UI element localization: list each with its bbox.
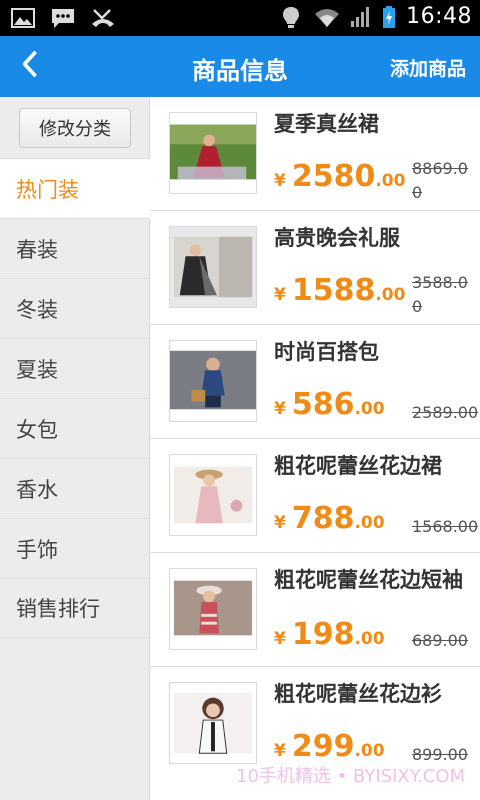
price-decimal: .00 [354,741,385,761]
product-item[interactable]: 高贵晚会礼服 ¥1588.00 3588.00 [150,211,480,325]
price-decimal: .00 [354,399,385,419]
price-decimal: .00 [375,171,406,191]
price-integer: 788 [291,501,355,536]
wifi-icon [314,5,340,29]
category-item-perfume[interactable]: 香水 [0,458,150,518]
original-price: 689.00 [412,631,468,650]
product-image [169,454,257,536]
price-decimal: .00 [375,285,406,305]
price-integer: 1588 [291,273,376,308]
product-image [169,226,257,308]
product-item[interactable]: 时尚百搭包 ¥586.00 2589.00 [150,325,480,439]
product-name: 高贵晚会礼服 [274,226,400,250]
add-product-button[interactable]: 添加商品 [390,54,466,81]
title-bar: 商品信息 添加商品 [0,36,480,97]
product-image [169,682,257,764]
product-item[interactable]: 夏季真丝裙 ¥2580.00 8869.00 [150,97,480,211]
product-price: ¥586.00 [274,387,385,422]
product-list: 夏季真丝裙 ¥2580.00 8869.00 高贵晚会礼服 ¥1588.00 3… [150,97,480,781]
price-integer: 198 [291,617,355,652]
message-icon [50,6,76,30]
product-item[interactable]: 粗花呢蕾丝花边裙 ¥788.00 1568.00 [150,439,480,553]
price-integer: 586 [291,387,355,422]
product-image [169,340,257,422]
category-item-best-sellers[interactable]: 销售排行 [0,578,150,638]
product-name: 夏季真丝裙 [274,112,379,136]
chevron-left-icon [19,50,41,82]
missed-call-icon [90,6,116,30]
price-integer: 2580 [291,159,376,194]
product-item[interactable]: 粗花呢蕾丝花边短袖 ¥198.00 689.00 [150,553,480,667]
category-item-jewelry[interactable]: 手饰 [0,518,150,578]
product-price: ¥1588.00 [274,273,405,308]
product-image [169,568,257,650]
notification-icon [278,5,304,29]
status-bar: 16:48 [0,0,480,36]
product-price: ¥788.00 [274,501,385,536]
product-image [169,112,257,194]
product-name: 粗花呢蕾丝花边短袖 [274,568,463,592]
currency-symbol: ¥ [274,741,286,761]
currency-symbol: ¥ [274,399,286,419]
category-item-summer[interactable]: 夏装 [0,338,150,398]
price-integer: 299 [291,729,355,764]
product-name: 时尚百搭包 [274,340,379,364]
price-decimal: .00 [354,629,385,649]
category-item-winter[interactable]: 冬装 [0,278,150,338]
original-price: 3588.00 [412,273,468,316]
watermark: 10手机精选 • BYISIXY.COM [236,766,466,787]
category-item-handbags[interactable]: 女包 [0,398,150,458]
signal-icon [350,5,372,29]
back-button[interactable] [8,44,52,88]
category-list: 热门装 春装 冬装 夏装 女包 香水 手饰 销售排行 [0,158,150,638]
category-item-spring[interactable]: 春装 [0,218,150,278]
clock: 16:48 [406,4,472,29]
original-price: 8869.00 [412,159,468,202]
battery-icon [382,5,396,29]
category-sidebar: 修改分类 热门装 春装 冬装 夏装 女包 香水 手饰 销售排行 [0,97,150,800]
product-price: ¥299.00 [274,729,385,764]
currency-symbol: ¥ [274,629,286,649]
gallery-icon [10,6,36,30]
category-item-hot[interactable]: 热门装 [0,158,150,218]
product-price: ¥2580.00 [274,159,405,194]
original-price: 1568.00 [412,517,479,536]
product-name: 粗花呢蕾丝花边衫 [274,682,442,706]
currency-symbol: ¥ [274,513,286,533]
price-decimal: .00 [354,513,385,533]
original-price: 2589.00 [412,403,479,422]
edit-category-button[interactable]: 修改分类 [19,108,131,148]
currency-symbol: ¥ [274,285,286,305]
currency-symbol: ¥ [274,171,286,191]
product-name: 粗花呢蕾丝花边裙 [274,454,442,478]
product-price: ¥198.00 [274,617,385,652]
